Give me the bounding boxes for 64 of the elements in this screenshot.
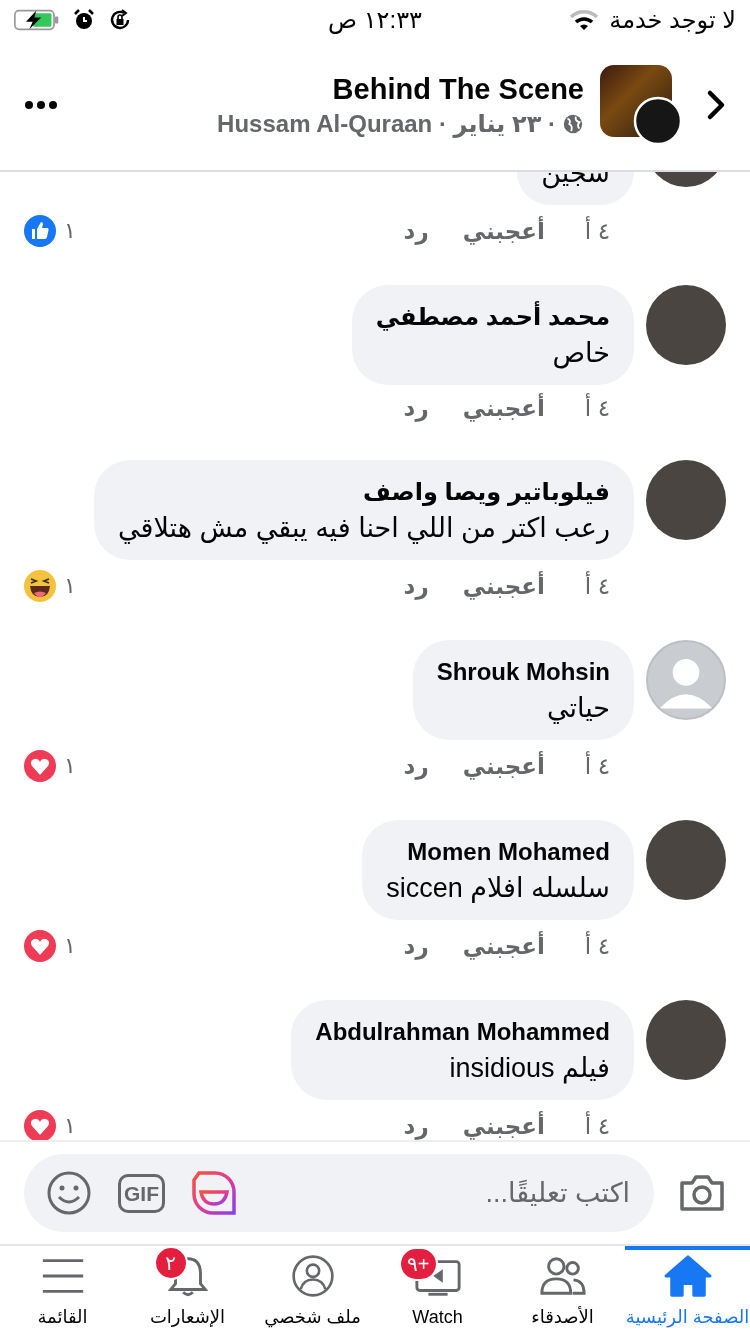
comment-time: ٤ أ	[584, 395, 610, 422]
battery-icon	[14, 8, 60, 32]
back-button[interactable]	[706, 89, 726, 121]
comment-text: سجين	[541, 172, 610, 189]
gif-button[interactable]: GIF	[118, 1173, 165, 1213]
page-title: Behind The Scene	[332, 72, 584, 106]
notification-count: ٩+	[399, 1247, 438, 1281]
camera-icon	[678, 1173, 726, 1213]
like-link[interactable]: أعجبني	[462, 752, 545, 780]
laughing-face-icon[interactable]	[24, 570, 56, 602]
people-icon	[538, 1254, 587, 1298]
notification-count: ٢	[153, 1246, 188, 1280]
reaction-count: ١	[64, 753, 76, 779]
status-time: ١٢:٣٣ ص	[328, 6, 422, 34]
like-link[interactable]: أعجبني	[462, 1112, 545, 1140]
tab-button[interactable]: الأصدقاء	[500, 1246, 625, 1334]
more-icon	[24, 100, 58, 110]
camera-button[interactable]	[678, 1173, 726, 1213]
comment-text: حياتي	[545, 692, 610, 724]
comment-time: ٤ أ	[584, 217, 610, 245]
commenter-name[interactable]: Momen Mohamed	[386, 838, 610, 866]
thumbs-up-icon[interactable]	[24, 215, 56, 247]
comment-time: ٤ أ	[584, 1112, 610, 1140]
comment-text: رعب اكتر من اللي احنا فيه يبقي مش هتلاقي	[118, 512, 610, 544]
reply-link[interactable]: رد	[403, 932, 429, 960]
reaction-count: ١	[64, 933, 76, 959]
reaction-count: ١	[64, 1113, 76, 1139]
sticker-icon[interactable]	[191, 1170, 237, 1216]
like-link[interactable]: أعجبني	[462, 572, 545, 600]
like-link[interactable]: أعجبني	[462, 395, 545, 422]
commenter-name[interactable]: Shrouk Mohsin	[436, 658, 610, 686]
emoji-icon[interactable]	[46, 1170, 92, 1216]
post-subtitle: · ٢٣ يناير · Hussam Al-Quraan	[217, 109, 556, 138]
carrier-text: لا توجد خدمة	[609, 6, 736, 34]
like-link[interactable]: أعجبني	[462, 932, 545, 960]
tab-button[interactable]: ملف شخصي	[250, 1246, 375, 1334]
commenter-name[interactable]: فيلوباتير ويصا واصف	[118, 478, 610, 506]
reply-link[interactable]: رد	[403, 395, 429, 422]
reply-link[interactable]: رد	[403, 572, 429, 600]
comment-time: ٤ أ	[584, 932, 610, 960]
globe-icon	[562, 112, 584, 135]
chevron-icon	[706, 89, 726, 121]
comment-text: خاص	[551, 337, 610, 369]
commenter-name[interactable]: Abdulrahman Mohammed	[315, 1018, 610, 1046]
like-link[interactable]: أعجبني	[462, 217, 545, 245]
reply-link[interactable]: رد	[403, 217, 429, 245]
comment-text: فيلم insidious	[448, 1052, 610, 1084]
wifi-icon	[569, 9, 600, 31]
alarm-icon	[72, 8, 96, 32]
page-avatar-drawing[interactable]	[600, 65, 682, 145]
reaction-count: ١	[64, 218, 76, 244]
comment-text: سلسله افلام siccen	[386, 872, 610, 904]
comment-time: ٤ أ	[584, 752, 610, 780]
tab-button[interactable]: الصفحة الرئيسية	[625, 1246, 750, 1334]
reaction-count: ١	[64, 573, 76, 599]
reply-link[interactable]: رد	[403, 1112, 429, 1140]
commenter-name[interactable]: محمد أحمد مصطفي	[375, 303, 610, 331]
comment-time: ٤ أ	[584, 572, 610, 600]
house-icon	[663, 1254, 712, 1298]
tab-button[interactable]: ٢ الإشعارات	[125, 1246, 250, 1334]
rotation-lock-icon	[108, 8, 132, 32]
tab-button[interactable]: القائمة	[0, 1246, 125, 1334]
heart-icon[interactable]	[24, 1110, 56, 1140]
reply-link[interactable]: رد	[403, 752, 429, 780]
